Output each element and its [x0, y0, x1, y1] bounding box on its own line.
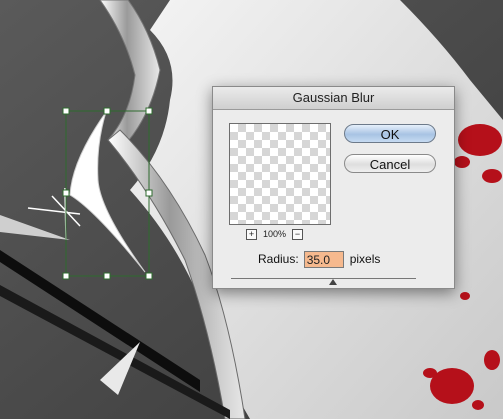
- ok-button[interactable]: OK: [344, 124, 436, 143]
- zoom-level: 100%: [263, 229, 287, 239]
- zoom-out-icon[interactable]: −: [292, 228, 304, 240]
- cancel-button[interactable]: Cancel: [344, 154, 436, 173]
- zoom-controls: + 100% −: [246, 228, 304, 240]
- slider-thumb-icon[interactable]: [329, 279, 337, 285]
- dialog-title[interactable]: Gaussian Blur: [213, 87, 454, 110]
- blur-preview[interactable]: [229, 123, 331, 225]
- zoom-in-icon[interactable]: +: [246, 228, 257, 240]
- radius-unit: pixels: [349, 252, 381, 266]
- radius-label: Radius:: [258, 252, 299, 266]
- radius-slider[interactable]: [231, 278, 416, 279]
- gaussian-blur-dialog: Gaussian Blur + 100% − OK Cancel Radius:…: [212, 86, 455, 289]
- radius-row: Radius: 35.0 pixels: [258, 249, 380, 269]
- radius-input[interactable]: 35.0: [303, 250, 344, 268]
